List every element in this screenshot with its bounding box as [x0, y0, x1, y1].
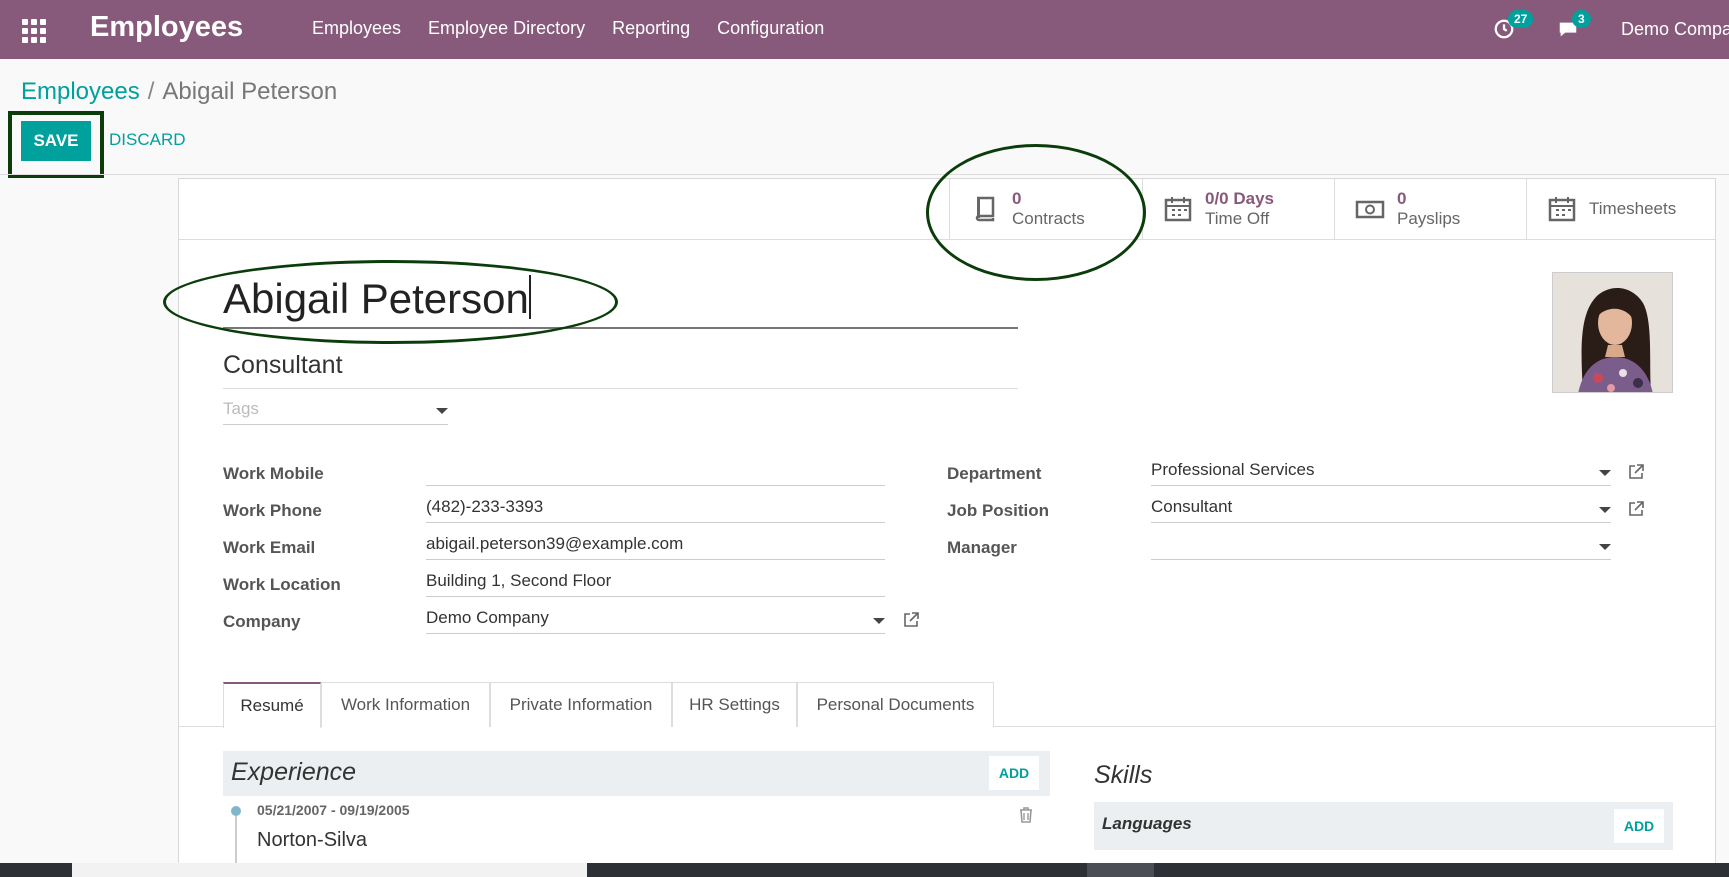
payslips-count: 0: [1397, 189, 1407, 208]
breadcrumb: Employees / Abigail Peterson: [21, 78, 337, 106]
os-taskbar: [0, 863, 1729, 877]
notebook-tabs: Resumé Work Information Private Informat…: [179, 682, 1715, 728]
calendar-icon: [1164, 197, 1192, 222]
main-menu: Employees Employee Directory Reporting C…: [312, 18, 824, 39]
payslips-button[interactable]: 0 Payslips: [1334, 179, 1526, 239]
tags-input[interactable]: Tags: [223, 399, 448, 425]
job-position-select[interactable]: Consultant: [1151, 493, 1611, 523]
trash-icon[interactable]: [1017, 806, 1035, 824]
external-link-icon[interactable]: [902, 611, 920, 629]
chevron-down-icon[interactable]: [873, 618, 885, 624]
message-count-badge: 3: [1572, 9, 1591, 28]
department-value: Professional Services: [1151, 460, 1315, 479]
time-off-days: 0/0 Days: [1205, 189, 1274, 208]
chevron-down-icon[interactable]: [1599, 507, 1611, 513]
languages-section-header: Languages ADD: [1094, 802, 1673, 850]
breadcrumb-current: Abigail Peterson: [162, 78, 338, 105]
company-value: Demo Company: [426, 608, 549, 627]
menu-item-employees[interactable]: Employees: [312, 18, 401, 39]
job-position-label: Job Position: [947, 501, 1049, 520]
menu-item-reporting[interactable]: Reporting: [612, 18, 690, 39]
control-panel-divider: [0, 174, 1729, 175]
tab-private-information[interactable]: Private Information: [490, 682, 672, 727]
experience-company[interactable]: Norton-Silva: [257, 829, 367, 852]
tab-personal-documents[interactable]: Personal Documents: [797, 682, 994, 727]
time-off-button[interactable]: 0/0 Days Time Off: [1142, 179, 1334, 239]
add-experience-button[interactable]: ADD: [989, 756, 1039, 790]
avatar-photo: [1553, 273, 1672, 392]
timesheets-button[interactable]: Timesheets: [1526, 179, 1715, 239]
menu-item-employee-directory[interactable]: Employee Directory: [428, 18, 585, 39]
external-link-icon[interactable]: [1627, 463, 1645, 481]
chevron-down-icon[interactable]: [1599, 470, 1611, 476]
taskbar-window-left[interactable]: [72, 863, 587, 877]
work-location-label: Work Location: [223, 575, 341, 594]
company-label: Company: [223, 612, 301, 631]
work-phone-input[interactable]: (482)-233-3393: [426, 493, 885, 523]
timesheets-label: Timesheets: [1589, 199, 1677, 218]
experience-date-range: 05/21/2007 - 09/19/2005: [257, 802, 410, 818]
calendar-icon: [1548, 197, 1576, 222]
languages-title: Languages: [1102, 814, 1192, 833]
apps-menu-icon[interactable]: [20, 17, 46, 43]
company-select[interactable]: Demo Company: [426, 604, 885, 634]
timeline-dot: [231, 806, 241, 816]
work-email-input[interactable]: abigail.peterson39@example.com: [426, 530, 885, 560]
tab-hr-settings[interactable]: HR Settings: [672, 682, 797, 727]
employee-avatar[interactable]: [1552, 272, 1673, 393]
name-annotation-ellipse: [163, 260, 618, 344]
job-position-value: Consultant: [1151, 497, 1233, 516]
taskbar-window-active[interactable]: [1087, 863, 1154, 877]
skills-title: Skills: [1094, 761, 1153, 789]
job-title-input[interactable]: Consultant: [223, 351, 1018, 389]
department-label: Department: [947, 464, 1042, 483]
company-switcher[interactable]: Demo Company: [1621, 19, 1729, 40]
work-mobile-input[interactable]: [426, 456, 885, 486]
manager-select[interactable]: [1151, 530, 1611, 560]
work-email-label: Work Email: [223, 538, 316, 557]
payslips-label: Payslips: [1397, 209, 1461, 228]
add-skill-button[interactable]: ADD: [1614, 809, 1664, 843]
discard-button[interactable]: DISCARD: [109, 130, 186, 150]
chevron-down-icon[interactable]: [436, 408, 448, 414]
app-title[interactable]: Employees: [90, 11, 243, 44]
experience-section-header: Experience ADD: [223, 751, 1050, 796]
work-phone-label: Work Phone: [223, 501, 322, 520]
time-off-label: Time Off: [1205, 209, 1270, 228]
tab-resume[interactable]: Resumé: [223, 682, 321, 728]
top-navbar: Employees Employees Employee Directory R…: [0, 0, 1729, 59]
chevron-down-icon[interactable]: [1599, 544, 1611, 550]
activity-count-badge: 27: [1508, 9, 1534, 28]
external-link-icon[interactable]: [1627, 500, 1645, 518]
money-icon: [1355, 200, 1385, 219]
department-select[interactable]: Professional Services: [1151, 456, 1611, 486]
manager-label: Manager: [947, 538, 1017, 557]
tab-work-information[interactable]: Work Information: [321, 682, 490, 727]
messaging-menu[interactable]: 3: [1557, 9, 1591, 42]
tags-placeholder: Tags: [223, 399, 259, 418]
experience-title: Experience: [231, 758, 357, 786]
activity-menu[interactable]: 27: [1493, 9, 1534, 42]
work-mobile-label: Work Mobile: [223, 464, 324, 483]
menu-item-configuration[interactable]: Configuration: [717, 18, 824, 39]
work-location-input[interactable]: Building 1, Second Floor: [426, 567, 885, 597]
systray: 27 3 Demo Company: [1493, 0, 1729, 59]
breadcrumb-separator: /: [147, 78, 155, 105]
contracts-annotation-ellipse: [926, 144, 1146, 281]
save-button[interactable]: SAVE: [21, 121, 91, 161]
breadcrumb-employees[interactable]: Employees: [21, 78, 140, 105]
